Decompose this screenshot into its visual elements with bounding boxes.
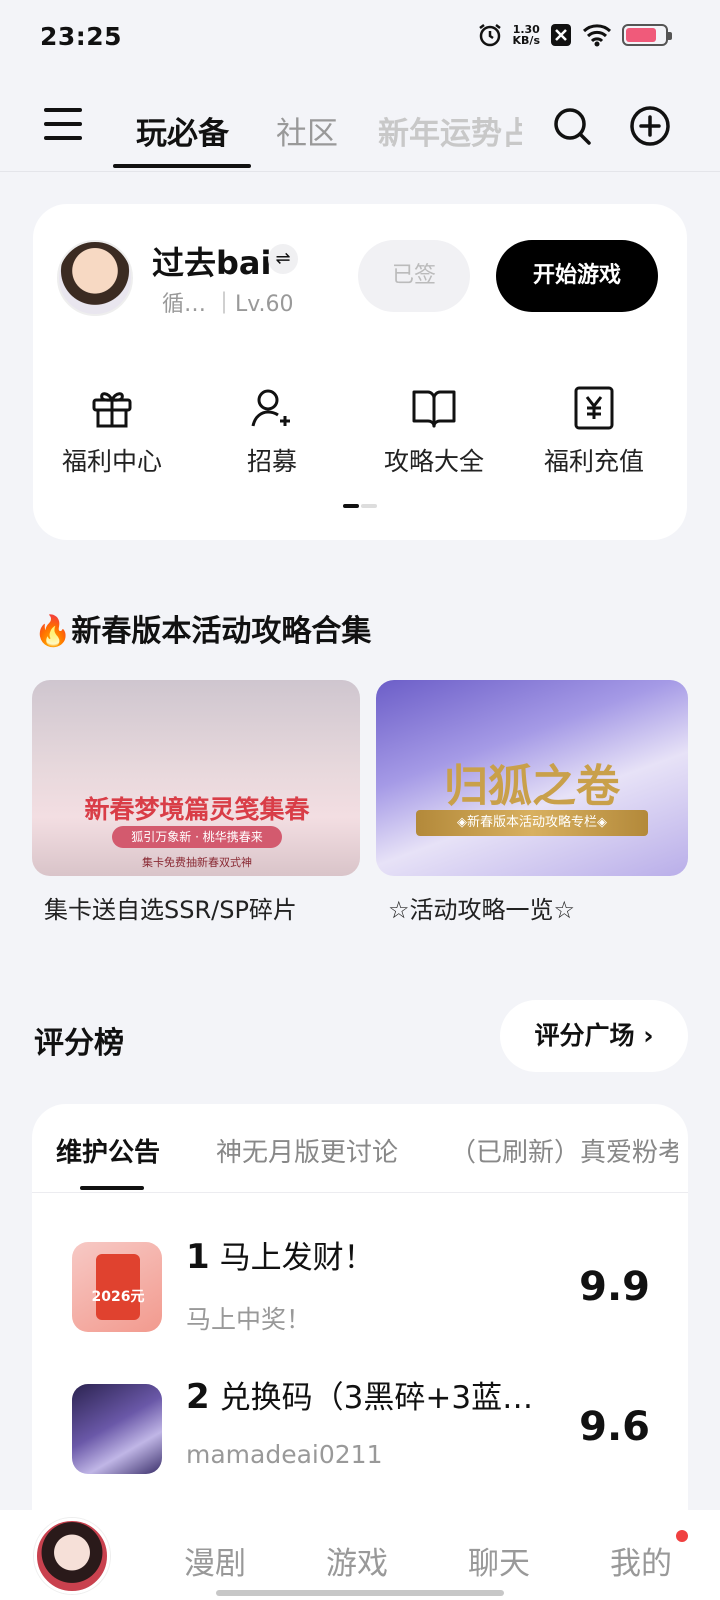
close-box-icon (551, 24, 571, 46)
quick-action-recharge[interactable]: 福利充值 (534, 384, 654, 478)
quick-action-label: 招募 (246, 447, 297, 476)
top-nav: 玩必备 社区 新年运势占卜 (0, 88, 720, 172)
home-indicator[interactable] (216, 1590, 504, 1596)
quick-action-welfare-center[interactable]: 福利中心 (52, 384, 172, 478)
list-item-subtitle: mamadeai0211 (186, 1440, 383, 1469)
tab-play-essentials[interactable]: 玩必备 (136, 108, 229, 153)
quick-action-label: 福利中心 (61, 447, 162, 476)
net-speed: 1.30 KB/s (512, 23, 540, 47)
quick-action-label: 福利充值 (543, 447, 644, 476)
event-banner-card-collect[interactable]: 新春梦境篇灵笺集春 狐引万象新 · 桃华携春来 集卡免费抽新春双式神 (32, 680, 360, 876)
character-avatar[interactable] (34, 1518, 110, 1594)
banner-footnote: 集卡免费抽新春双式神 (142, 856, 252, 869)
banner-caption[interactable]: ☆活动攻略一览☆ (388, 890, 575, 925)
yen-card-icon (574, 386, 614, 430)
section-title: 🔥新春版本活动攻略合集 (34, 614, 372, 649)
rating-title: 评分榜 (34, 1026, 124, 1061)
event-banner-guide[interactable]: 归狐之卷 ◈新春版本活动攻略专栏◈ (376, 680, 688, 876)
search-icon[interactable] (550, 104, 594, 148)
wifi-icon (582, 24, 612, 47)
battery-icon (622, 24, 672, 46)
book-icon (412, 390, 456, 428)
nav-item-me[interactable]: 我的 (610, 1538, 672, 1583)
game-art-icon (72, 1384, 162, 1474)
nav-item-drama[interactable]: 漫剧 (184, 1538, 246, 1583)
user-level: 循… ｜Lv.60 (162, 292, 294, 317)
switch-account-icon[interactable]: ⇌ (268, 244, 298, 274)
avatar[interactable] (57, 240, 133, 316)
list-item-score: 9.6 (579, 1404, 650, 1450)
tab-maintenance-notice[interactable]: 维护公告 (56, 1132, 160, 1169)
active-tab-indicator (113, 164, 251, 168)
list-item-subtitle: 马上中奖！ (186, 1305, 312, 1334)
active-tab-indicator (80, 1186, 144, 1190)
banner-title: 新春梦境篇灵笺集春 (84, 795, 310, 824)
banner-subtitle: 狐引万象新 · 桃华携春来 (112, 826, 282, 848)
divider (32, 1192, 688, 1193)
red-envelope-icon: 2026元 (72, 1242, 162, 1332)
rating-plaza-button[interactable]: 评分广场 › (500, 1000, 688, 1072)
tab-community[interactable]: 社区 (276, 108, 338, 153)
list-item-title[interactable]: 2 兑换码（3黑碎+3蓝… (186, 1372, 536, 1417)
list-item-title[interactable]: 1 马上发财！ (186, 1232, 375, 1277)
banner-subtitle: ◈新春版本活动攻略专栏◈ (416, 810, 648, 836)
add-user-icon (251, 389, 290, 427)
quick-action-label: 攻略大全 (383, 447, 484, 476)
notification-dot (676, 1530, 688, 1542)
nav-item-games[interactable]: 游戏 (326, 1538, 388, 1583)
tab-new-year-fortune[interactable]: 新年运势占卜 (378, 108, 522, 153)
nav-item-chat[interactable]: 聊天 (468, 1538, 530, 1583)
status-time: 23:25 (40, 22, 123, 51)
add-circle-icon[interactable] (628, 104, 672, 148)
tab-fan-quiz[interactable]: （已刷新）真爱粉考 (450, 1132, 678, 1169)
start-game-button[interactable]: 开始游戏 (496, 240, 658, 312)
tab-update-discussion[interactable]: 神无月版更讨论 (216, 1132, 398, 1169)
menu-icon[interactable] (44, 108, 82, 142)
quick-action-recruit[interactable]: 招募 (212, 384, 332, 478)
page-indicator (343, 504, 377, 508)
alarm-icon (478, 24, 501, 47)
gift-icon (92, 392, 132, 428)
signed-button[interactable]: 已签 (358, 240, 470, 312)
status-icons: 1.30 KB/s (477, 22, 672, 48)
quick-action-guides[interactable]: 攻略大全 (374, 384, 494, 478)
list-item-score: 9.9 (579, 1264, 650, 1310)
username: 过去bai (152, 244, 272, 282)
banner-caption[interactable]: 集卡送自选SSR/SP碎片 (44, 890, 297, 925)
banner-title: 归狐之卷 (444, 761, 620, 812)
